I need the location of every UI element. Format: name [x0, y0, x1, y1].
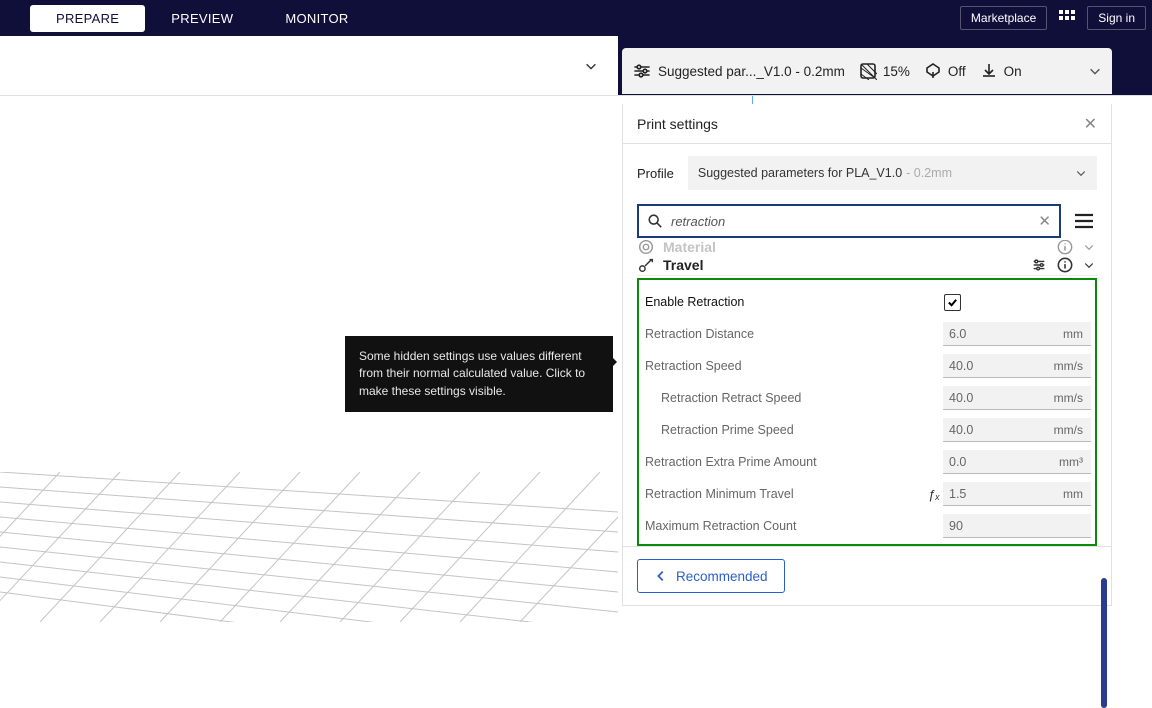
- panel-title: Print settings: [637, 116, 718, 132]
- top-navbar: PREPARE PREVIEW MONITOR Marketplace Sign…: [0, 0, 1152, 36]
- chevron-down-icon: [1075, 167, 1087, 179]
- settings-menu-button[interactable]: [1071, 208, 1097, 234]
- close-panel-button[interactable]: ✕: [1084, 114, 1097, 134]
- chevron-down-icon: [1083, 259, 1095, 271]
- hidden-settings-tooltip: Some hidden settings use values differen…: [345, 336, 613, 412]
- summary-profile: Suggested par..._V1.0 - 0.2mm: [632, 61, 845, 81]
- profile-dropdown[interactable]: Suggested parameters for PLA_V1.0 - 0.2m…: [688, 156, 1097, 190]
- clear-search-button[interactable]: ✕: [1038, 212, 1051, 230]
- search-row: ✕: [637, 204, 1097, 238]
- retraction-prime-speed-input[interactable]: 40.0mm/s: [943, 418, 1091, 442]
- setting-enable-retraction: Enable Retraction: [643, 286, 1091, 318]
- info-icon[interactable]: [1057, 240, 1073, 255]
- hamburger-icon: [1073, 212, 1095, 230]
- summary-adhesion: On: [980, 62, 1022, 80]
- print-settings-panel: Print settings ✕ Profile Suggested param…: [622, 104, 1112, 606]
- scrollbar-thumb[interactable]: [1101, 578, 1107, 708]
- build-plate-viewport[interactable]: Some hidden settings use values differen…: [0, 96, 618, 622]
- support-icon: [924, 62, 942, 80]
- tab-prepare[interactable]: PREPARE: [30, 5, 145, 32]
- setting-label: Enable Retraction: [643, 295, 944, 309]
- setting-retraction-distance: Retraction Distance 6.0mm: [643, 318, 1091, 350]
- search-input[interactable]: [671, 214, 1030, 229]
- chevron-down-icon: [1083, 241, 1095, 253]
- category-travel[interactable]: Travel: [637, 255, 1097, 276]
- panel-body: Profile Suggested parameters for PLA_V1.…: [623, 144, 1111, 546]
- adhesion-icon: [980, 62, 998, 80]
- panel-footer: Recommended: [623, 546, 1111, 605]
- category-travel-label: Travel: [663, 257, 703, 273]
- chevron-down-icon: [584, 59, 598, 73]
- profile-row: Profile Suggested parameters for PLA_V1.…: [637, 156, 1097, 190]
- recommended-button[interactable]: Recommended: [637, 559, 785, 593]
- category-material[interactable]: Material: [637, 240, 1097, 255]
- setting-retraction-speed: Retraction Speed 40.0mm/s: [643, 350, 1091, 382]
- setting-label: Retraction Minimum Travel: [643, 487, 925, 501]
- setting-retraction-min-travel: Retraction Minimum Travel ƒₓ 1.5mm: [643, 478, 1091, 510]
- setting-label: Retraction Speed: [643, 359, 925, 373]
- setting-retraction-extra-prime: Retraction Extra Prime Amount 0.0mm³: [643, 446, 1091, 478]
- search-icon: [647, 213, 663, 229]
- retraction-retract-speed-input[interactable]: 40.0mm/s: [943, 386, 1091, 410]
- retraction-speed-input[interactable]: 40.0mm/s: [943, 354, 1091, 378]
- summary-support-text: Off: [948, 64, 966, 79]
- ruler-tick: [752, 96, 753, 104]
- travel-settings-group: Enable Retraction Retraction Distance 6.…: [637, 278, 1097, 546]
- topbar-right: Marketplace Sign in: [960, 5, 1146, 31]
- setting-label: Retraction Extra Prime Amount: [643, 455, 925, 469]
- category-material-label: Material: [663, 240, 716, 255]
- setting-label: Retraction Distance: [643, 327, 925, 341]
- setting-label: Retraction Prime Speed: [643, 423, 925, 437]
- panel-header: Print settings ✕: [623, 104, 1111, 144]
- profile-name: Suggested parameters for PLA_V1.0: [698, 166, 902, 180]
- setting-label: Maximum Retraction Count: [643, 519, 925, 533]
- apps-grid-icon[interactable]: [1053, 5, 1081, 31]
- travel-icon: [637, 256, 655, 274]
- setting-retraction-prime-speed: Retraction Prime Speed 40.0mm/s: [643, 414, 1091, 446]
- tab-monitor[interactable]: MONITOR: [259, 5, 374, 32]
- settings-search-box: ✕: [637, 204, 1061, 238]
- summary-profile-text: Suggested par..._V1.0 - 0.2mm: [658, 64, 845, 79]
- build-plate-grid: [0, 472, 618, 622]
- chevron-down-icon: [1088, 64, 1102, 78]
- recommended-label: Recommended: [676, 569, 768, 584]
- summary-adhesion-text: On: [1004, 64, 1022, 79]
- enable-retraction-checkbox[interactable]: [944, 294, 961, 311]
- signin-button[interactable]: Sign in: [1087, 6, 1146, 30]
- sliders-icon: [632, 61, 652, 81]
- mode-tabs: PREPARE PREVIEW MONITOR: [30, 5, 375, 32]
- print-summary-bar[interactable]: Suggested par..._V1.0 - 0.2mm 15% Off On: [622, 48, 1112, 94]
- summary-infill-text: 15%: [883, 64, 910, 79]
- infill-icon: [859, 62, 877, 80]
- sliders-icon[interactable]: [1031, 257, 1047, 273]
- marketplace-button[interactable]: Marketplace: [960, 6, 1047, 30]
- chevron-left-icon: [654, 569, 668, 583]
- setting-label: Retraction Retract Speed: [643, 391, 925, 405]
- retraction-min-travel-input[interactable]: 1.5mm: [943, 482, 1091, 506]
- setting-max-retraction-count: Maximum Retraction Count 90: [643, 510, 1091, 542]
- fx-icon[interactable]: ƒₓ: [925, 487, 943, 502]
- check-icon: [947, 297, 958, 308]
- setting-retraction-retract-speed: Retraction Retract Speed 40.0mm/s: [643, 382, 1091, 414]
- summary-support: Off: [924, 62, 966, 80]
- info-icon[interactable]: [1057, 257, 1073, 273]
- max-retraction-count-input[interactable]: 90: [943, 514, 1091, 538]
- printer-select-bar[interactable]: [0, 36, 618, 96]
- profile-label: Profile: [637, 166, 674, 181]
- material-icon: [637, 240, 655, 255]
- tab-preview[interactable]: PREVIEW: [145, 5, 259, 32]
- retraction-extra-prime-input[interactable]: 0.0mm³: [943, 450, 1091, 474]
- retraction-distance-input[interactable]: 6.0mm: [943, 322, 1091, 346]
- profile-suffix: - 0.2mm: [906, 166, 952, 180]
- summary-infill: 15%: [859, 62, 910, 80]
